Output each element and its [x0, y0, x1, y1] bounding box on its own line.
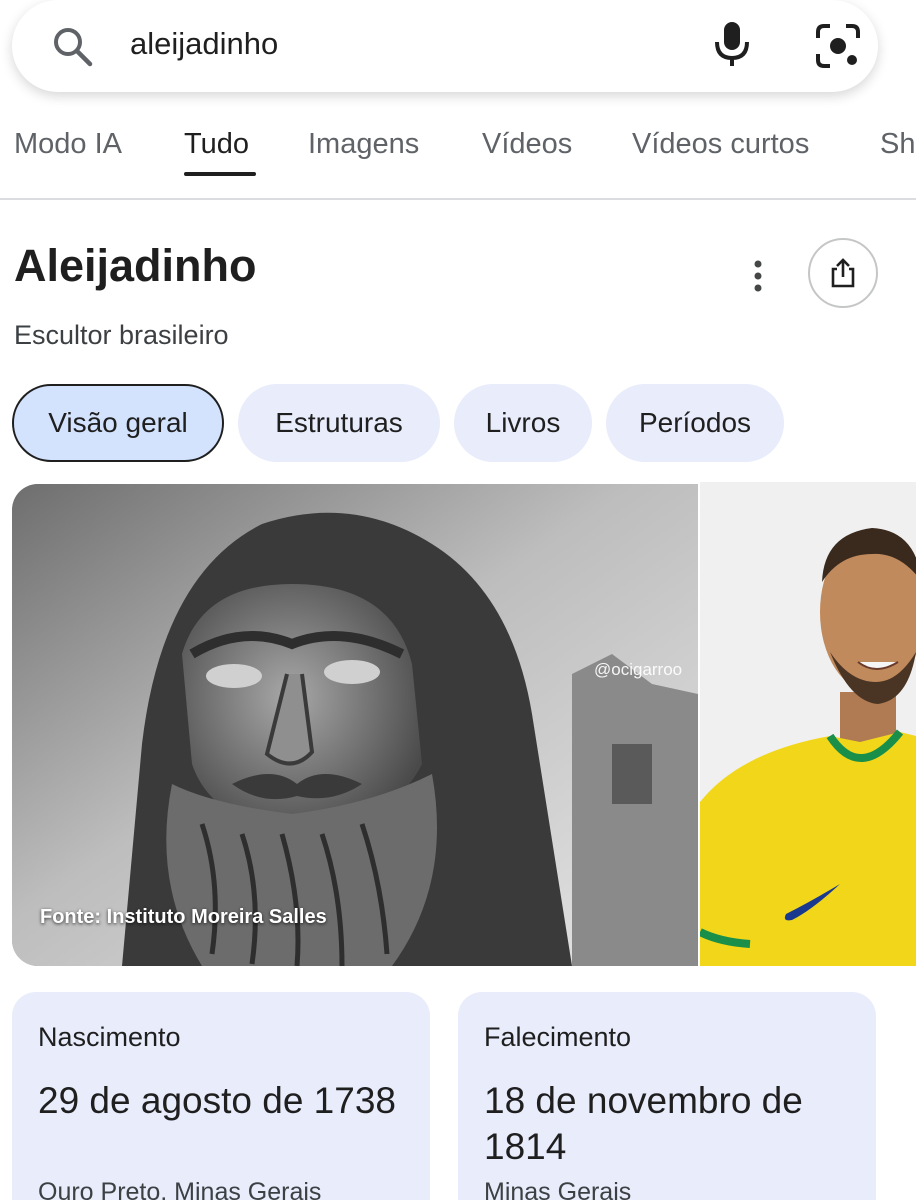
chip-visao-geral[interactable]: Visão geral — [12, 384, 224, 462]
more-vert-icon[interactable] — [744, 256, 772, 296]
fact-card-nascimento[interactable]: Nascimento 29 de agosto de 1738 Ouro Pre… — [12, 992, 430, 1200]
fact-card-falecimento[interactable]: Falecimento 18 de novembro de 1814 Minas… — [458, 992, 876, 1200]
tab-videos[interactable]: Vídeos — [482, 128, 572, 161]
fact-date: 29 de agosto de 1738 — [38, 1080, 396, 1121]
search-input[interactable]: aleijadinho — [130, 26, 278, 62]
search-bar[interactable]: aleijadinho — [12, 0, 878, 92]
fact-place: Ouro Preto, Minas Gerais — [38, 1178, 322, 1200]
tab-shopping[interactable]: Sh — [880, 128, 915, 161]
tab-videos-curtos[interactable]: Vídeos curtos — [632, 128, 809, 161]
chip-estruturas[interactable]: Estruturas — [238, 384, 440, 462]
statue-photo — [12, 484, 698, 966]
person-photo — [700, 482, 916, 966]
person-image[interactable] — [700, 482, 916, 966]
lens-icon[interactable] — [814, 22, 862, 70]
search-icon[interactable] — [50, 24, 96, 70]
mic-icon[interactable] — [710, 18, 754, 70]
image-watermark: @ocigarroo — [594, 660, 683, 679]
tab-tudo[interactable]: Tudo — [184, 128, 249, 161]
chip-livros[interactable]: Livros — [454, 384, 592, 462]
image-caption: Fonte: Instituto Moreira Salles — [40, 906, 327, 928]
tab-imagens[interactable]: Imagens — [308, 128, 419, 161]
fact-date: 18 de novembro de 1814 — [484, 1080, 803, 1167]
search-tabs: Modo IA Tudo Imagens Vídeos Vídeos curto… — [0, 118, 916, 188]
share-icon — [831, 258, 855, 288]
chip-periodos[interactable]: Períodos — [606, 384, 784, 462]
fact-label: Falecimento — [484, 1022, 632, 1052]
tabs-divider — [0, 198, 916, 200]
fact-label: Nascimento — [38, 1022, 181, 1052]
knowledge-panel-title: Aleijadinho — [14, 240, 257, 291]
fact-place: Minas Gerais — [484, 1178, 632, 1200]
share-button[interactable] — [808, 238, 878, 308]
statue-image[interactable]: @ocigarroo Fonte: Instituto Moreira Sall… — [12, 484, 698, 966]
knowledge-panel-subtitle: Escultor brasileiro — [14, 320, 229, 350]
active-tab-indicator — [184, 172, 256, 176]
tab-modo-ia[interactable]: Modo IA — [14, 128, 122, 161]
